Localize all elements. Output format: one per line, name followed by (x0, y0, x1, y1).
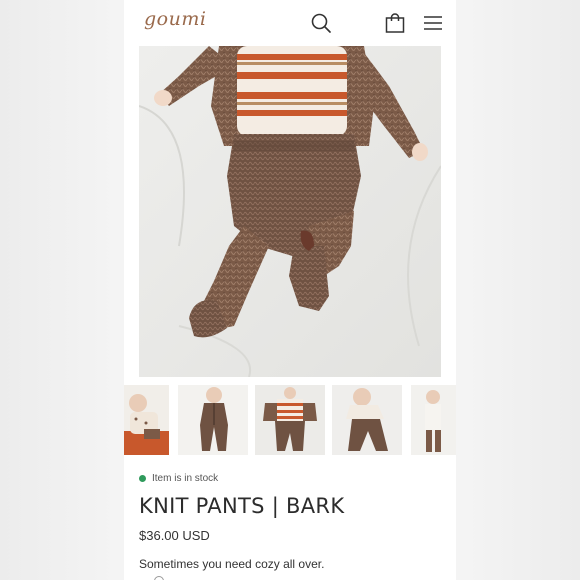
color-swatch[interactable] (154, 576, 164, 580)
thumbnail-1[interactable] (124, 385, 169, 455)
thumbnail-2[interactable] (178, 385, 248, 455)
menu-icon[interactable] (422, 12, 444, 34)
search-icon[interactable] (310, 12, 332, 34)
site-header: goumi (124, 0, 456, 46)
thumbnail-5[interactable] (411, 385, 456, 455)
stock-status: Item is in stock (139, 473, 218, 484)
thumbnail-strip (124, 385, 456, 455)
product-price: $36.00 USD (139, 528, 210, 543)
main-product-image[interactable] (139, 46, 441, 377)
shopping-bag-icon[interactable] (384, 12, 406, 34)
brand-logo[interactable]: goumi (144, 8, 206, 30)
product-title: KNIT PANTS | BARK (139, 494, 345, 518)
product-description: Sometimes you need cozy all over. (139, 557, 325, 571)
stock-status-text: Item is in stock (152, 473, 219, 484)
product-page: goumi Item is in stock KNIT PANTS | BARK… (124, 0, 456, 580)
thumbnail-4[interactable] (332, 385, 402, 455)
in-stock-dot-icon (139, 475, 146, 482)
thumbnail-3[interactable] (255, 385, 325, 455)
